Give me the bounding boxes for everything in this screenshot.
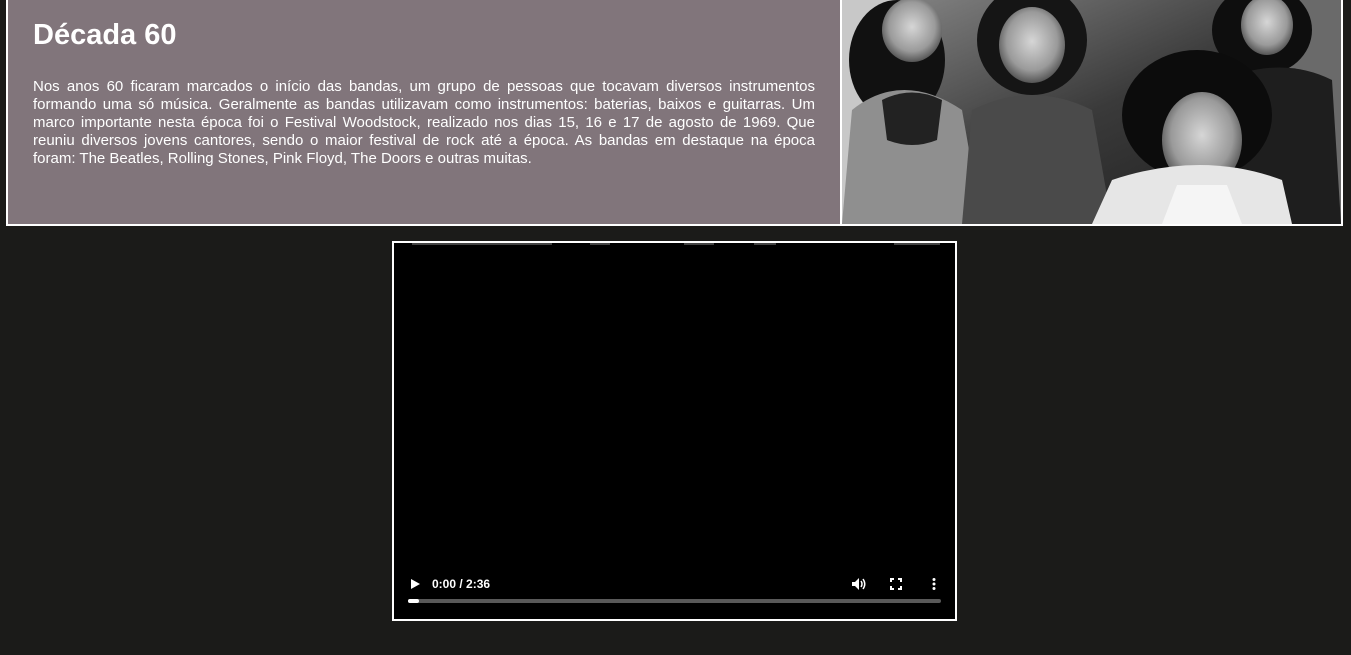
progress-bar[interactable] bbox=[408, 599, 941, 603]
section-description: Nos anos 60 ficaram marcados o início da… bbox=[33, 78, 815, 167]
play-icon[interactable] bbox=[408, 577, 422, 591]
volume-icon[interactable] bbox=[851, 577, 867, 591]
progress-bar-fill bbox=[408, 599, 419, 603]
more-options-icon[interactable] bbox=[927, 577, 941, 591]
band-photo-image bbox=[842, 0, 1341, 224]
video-controls: 0:00 / 2:36 bbox=[394, 559, 955, 619]
text-panel: Década 60 Nos anos 60 ficaram marcados o… bbox=[8, 0, 840, 224]
time-display: 0:00 / 2:36 bbox=[432, 577, 491, 591]
band-photo bbox=[842, 0, 1341, 224]
section-title: Década 60 bbox=[33, 19, 177, 51]
fullscreen-icon[interactable] bbox=[889, 577, 903, 591]
decade-section: Década 60 Nos anos 60 ficaram marcados o… bbox=[6, 0, 1343, 226]
video-player[interactable]: 0:00 / 2:36 bbox=[392, 241, 957, 621]
video-frame-noise bbox=[412, 243, 940, 245]
